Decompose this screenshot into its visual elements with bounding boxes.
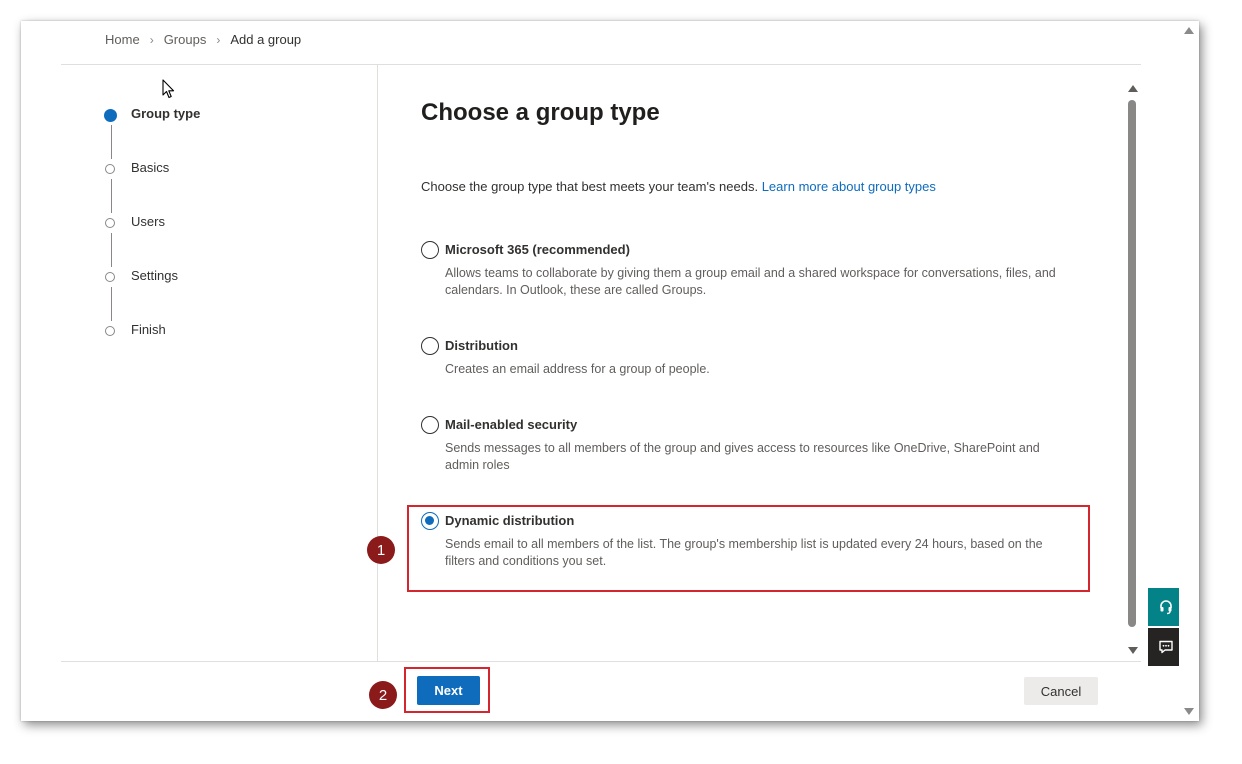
breadcrumb-home[interactable]: Home (105, 32, 140, 47)
step-pending-icon (105, 218, 115, 228)
step-badge-1: 1 (367, 536, 395, 564)
option-name: Mail-enabled security (445, 417, 578, 432)
option-description: Creates an email address for a group of … (445, 362, 710, 376)
radio-button[interactable] (421, 337, 439, 355)
step-connector (111, 125, 112, 159)
header-divider (61, 64, 1141, 65)
scroll-down-icon[interactable] (1184, 708, 1194, 715)
content-scrollbar[interactable] (1126, 83, 1140, 658)
step-label: Settings (131, 268, 178, 283)
option-microsoft-365[interactable]: Microsoft 365 (recommended) Allows teams… (421, 241, 1071, 301)
scroll-up-icon[interactable] (1184, 27, 1194, 34)
step-label: Finish (131, 322, 166, 337)
page-title: Choose a group type (421, 99, 660, 126)
intro-sentence: Choose the group type that best meets yo… (421, 179, 759, 194)
highlight-box-option (407, 505, 1090, 592)
step-pending-icon (105, 326, 115, 336)
footer-divider (61, 661, 1141, 662)
step-basics[interactable]: Basics (105, 159, 169, 179)
option-distribution[interactable]: Distribution Creates an email address fo… (421, 337, 1071, 377)
step-users[interactable]: Users (105, 213, 165, 233)
step-connector (111, 179, 112, 213)
chevron-right-icon: › (149, 32, 154, 47)
option-mail-enabled-security[interactable]: Mail-enabled security Sends messages to … (421, 416, 1071, 476)
step-connector (111, 287, 112, 321)
radio-button[interactable] (421, 241, 439, 259)
step-label: Group type (131, 106, 201, 121)
breadcrumb: Home › Groups › Add a group (105, 32, 301, 47)
option-name: Microsoft 365 (recommended) (445, 242, 630, 257)
scrollbar-thumb[interactable] (1128, 100, 1136, 627)
learn-more-link[interactable]: Learn more about group types (762, 179, 936, 194)
step-group-type[interactable]: Group type (104, 105, 200, 125)
step-finish[interactable]: Finish (105, 321, 166, 341)
next-button[interactable]: Next (417, 676, 480, 705)
option-description: Allows teams to collaborate by giving th… (445, 266, 1056, 297)
window-scrollbar[interactable] (1179, 21, 1199, 721)
step-current-icon (104, 108, 117, 122)
chevron-right-icon: › (216, 32, 221, 47)
headset-icon (1160, 600, 1172, 615)
step-label: Basics (131, 160, 170, 175)
panel-divider (377, 65, 378, 661)
radio-button[interactable] (421, 416, 439, 434)
step-pending-icon (105, 272, 115, 282)
option-name: Distribution (445, 338, 518, 353)
step-badge-2: 2 (369, 681, 397, 709)
step-label: Users (131, 214, 165, 229)
admin-center-window: Home › Groups › Add a group Group type B… (21, 21, 1199, 721)
mouse-cursor-icon (162, 79, 175, 99)
breadcrumb-add-group: Add a group (230, 32, 302, 47)
scroll-down-icon[interactable] (1128, 647, 1138, 654)
intro-text: Choose the group type that best meets yo… (421, 179, 936, 194)
cancel-button[interactable]: Cancel (1024, 677, 1098, 705)
feedback-icon (1159, 640, 1173, 654)
step-settings[interactable]: Settings (105, 267, 178, 287)
breadcrumb-groups[interactable]: Groups (164, 32, 207, 47)
step-connector (111, 233, 112, 267)
scroll-up-icon[interactable] (1128, 85, 1138, 92)
step-pending-icon (105, 164, 115, 174)
option-description: Sends messages to all members of the gro… (445, 441, 1040, 472)
